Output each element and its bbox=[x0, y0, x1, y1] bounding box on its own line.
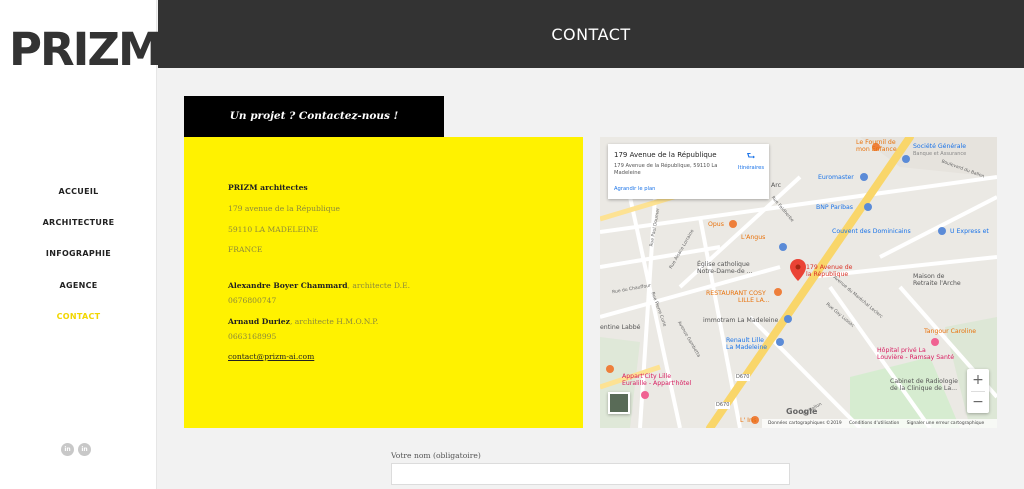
poi-langus: L'Angus bbox=[741, 234, 766, 241]
place-address: 179 Avenue de la République, 59110 La Ma… bbox=[614, 163, 718, 176]
nav-item-accueil[interactable]: ACCUEIL bbox=[0, 183, 157, 214]
poi-cabinet: Cabinet de Radiologie de la Clinique de L… bbox=[890, 378, 958, 392]
poi-tangour: Tangour Caroline bbox=[924, 328, 977, 335]
sidebar: PRIZM ACCUEIL ARCHITECTURE INFOGRAPHIE A… bbox=[0, 0, 163, 489]
zoom-divider bbox=[971, 391, 985, 392]
social-links: in in bbox=[61, 443, 91, 456]
zoom-in-button[interactable]: + bbox=[967, 369, 989, 391]
poi-maison: Maison de Retraite l'Arche bbox=[913, 273, 961, 287]
person-2-title: , architecte H.M.O.N.P. bbox=[289, 317, 379, 326]
poi-couvent: Couvent des Dominicains bbox=[832, 228, 911, 235]
road-d670-a: D670 bbox=[735, 374, 751, 381]
main-nav: ACCUEIL ARCHITECTURE INFOGRAPHIE AGENCE … bbox=[0, 183, 157, 339]
directions-button[interactable]: ⮑ Itinéraires bbox=[736, 151, 766, 172]
nav-item-agence[interactable]: AGENCE bbox=[0, 277, 157, 308]
poi-uexpress: U Express et bbox=[950, 228, 989, 235]
poi-appart: Appart'City Lille Euralille - Appart'hôte… bbox=[622, 373, 692, 387]
address-street: 179 avenue de la République bbox=[228, 204, 340, 213]
google-logo: Google bbox=[786, 407, 818, 416]
name-field[interactable] bbox=[391, 463, 790, 485]
poi-fournil: Le Fournil de mon Enfance bbox=[856, 139, 897, 153]
map-data-credit: Données cartographiques ©2019 bbox=[768, 421, 842, 426]
place-name: 179 Avenue de la République bbox=[614, 151, 717, 159]
terms-link[interactable]: Conditions d'utilisation bbox=[849, 421, 899, 426]
map-attribution: Données cartographiques ©2019 Conditions… bbox=[762, 419, 997, 428]
person-2-phone[interactable]: 0663168995 bbox=[228, 332, 276, 341]
company-name: PRIZM architectes bbox=[228, 183, 308, 192]
nav-item-contact[interactable]: CONTACT bbox=[0, 308, 157, 339]
road-d670-b: D670 bbox=[715, 402, 731, 409]
logo[interactable]: PRIZM bbox=[9, 27, 163, 72]
email-link[interactable]: contact@prizm-ai.com bbox=[228, 352, 314, 361]
contact-tab-title: Un projet ? Contactez-nous ! bbox=[184, 96, 444, 137]
poi-bnp: BNP Paribas bbox=[816, 204, 854, 211]
linkedin-icon[interactable]: in bbox=[78, 443, 91, 456]
address-city: 59110 LA MADELEINE bbox=[228, 225, 319, 234]
poi-labbe: entine Labbé bbox=[600, 324, 641, 331]
nav-item-infographie[interactable]: INFOGRAPHIE bbox=[0, 245, 157, 276]
poi-renault: Renault Lille La Madeleine bbox=[726, 337, 768, 351]
satellite-toggle[interactable] bbox=[608, 392, 630, 414]
contact-card: PRIZM architectes 179 avenue de la Répub… bbox=[184, 137, 583, 428]
poi-eglise: Église catholique Notre-Dame-de ... bbox=[697, 261, 753, 275]
logo-text: PRIZM bbox=[9, 23, 163, 76]
address-country: FRANCE bbox=[228, 245, 263, 254]
contact-person-2: Arnaud Duriez, architecte H.M.O.N.P. bbox=[228, 317, 378, 326]
person-1-title: , architecte D.E. bbox=[347, 281, 411, 290]
enlarge-map-link[interactable]: Agrandir le plan bbox=[614, 186, 655, 192]
nav-item-architecture[interactable]: ARCHITECTURE bbox=[0, 214, 157, 245]
map-embed[interactable]: Le Fournil de mon Enfance Société Général… bbox=[600, 137, 997, 428]
report-error-link[interactable]: Signaler une erreur cartographique bbox=[907, 421, 985, 426]
person-1-name: Alexandre Boyer Chammard bbox=[228, 281, 348, 290]
poi-euromaster: Euromaster bbox=[818, 174, 854, 181]
map-place-card: 179 Avenue de la République 179 Avenue d… bbox=[608, 144, 769, 199]
contact-person-1: Alexandre Boyer Chammard, architecte D.E… bbox=[228, 281, 410, 290]
linkedin-icon[interactable]: in bbox=[61, 443, 74, 456]
directions-label: Itinéraires bbox=[737, 165, 765, 171]
page-header: CONTACT bbox=[158, 0, 1024, 68]
poi-cosy: RESTAURANT COSY LILLE LA... bbox=[706, 290, 770, 304]
directions-icon: ⮑ bbox=[746, 151, 756, 162]
poi-iris: L' Iris bbox=[740, 417, 757, 424]
person-2-name: Arnaud Duriez bbox=[228, 317, 290, 326]
poi-arc: Arc bbox=[771, 182, 782, 189]
marker-label: 179 Avenue de la République bbox=[806, 264, 853, 278]
name-field-label: Votre nom (obligatoire) bbox=[391, 451, 481, 460]
poi-immotram: immotram La Madeleine bbox=[703, 317, 779, 324]
poi-opus: Opus bbox=[708, 221, 724, 228]
page-title: CONTACT bbox=[551, 25, 631, 44]
person-1-phone[interactable]: 0676800747 bbox=[228, 296, 276, 305]
poi-societe-generale: Société Générale Banque et Assurance bbox=[913, 143, 967, 157]
poi-hopital: Hôpital privé La Louvière - Ramsay Santé bbox=[877, 347, 955, 361]
zoom-controls: + − bbox=[967, 369, 989, 413]
zoom-out-button[interactable]: − bbox=[967, 391, 989, 413]
